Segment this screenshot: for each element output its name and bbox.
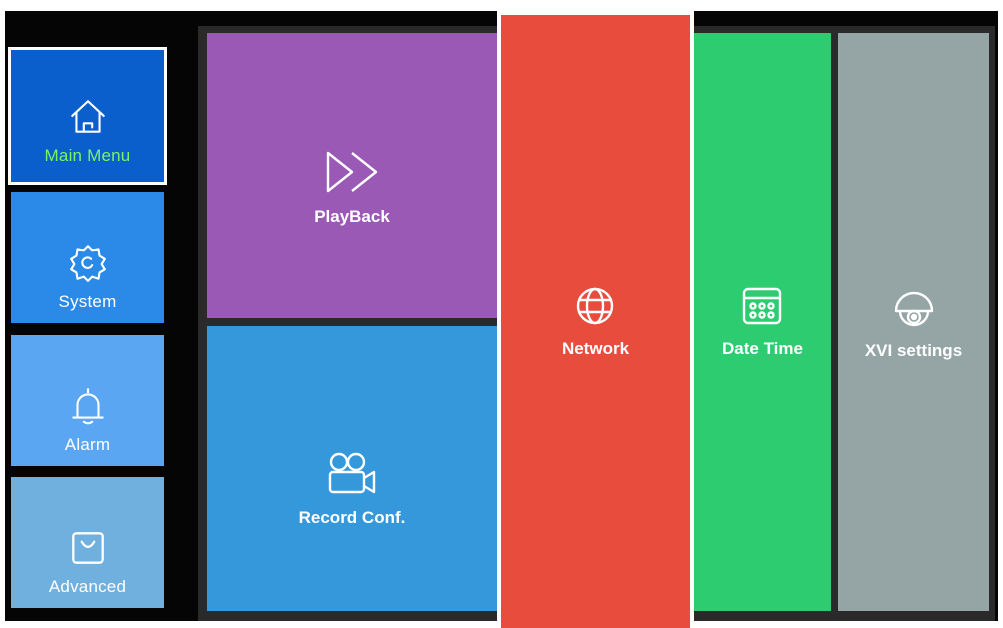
date-time-label: Date Time (722, 339, 803, 358)
sidebar-item-label: System (58, 292, 117, 311)
sidebar-item-label: Main Menu (44, 146, 131, 165)
date-time-tile[interactable]: Date Time (694, 33, 831, 611)
sidebar-item-advanced[interactable]: Advanced (11, 477, 164, 608)
calendar-icon (743, 287, 782, 325)
bag-icon (71, 532, 104, 564)
video-camera-icon (328, 452, 376, 493)
xvi-settings-label: XVI settings (864, 341, 963, 360)
network-label: Network (561, 338, 630, 358)
playback-label: PlayBack (314, 207, 390, 226)
sidebar-item-system[interactable]: System (11, 192, 164, 323)
fast-forward-icon (326, 151, 378, 193)
sidebar-item-alarm[interactable]: Alarm (11, 335, 164, 466)
sidebar-item-main-menu[interactable]: Main Menu (8, 47, 167, 185)
dome-camera-icon (894, 291, 933, 327)
playback-tile[interactable]: PlayBack (207, 33, 497, 318)
home-icon (70, 100, 105, 133)
globe-icon (577, 287, 614, 324)
sidebar-item-label: Advanced (48, 577, 127, 596)
xvi-settings-tile[interactable]: XVI settings (838, 33, 989, 611)
record-conf-label: Record Conf. (298, 507, 406, 527)
bell-icon (71, 388, 104, 425)
network-tile[interactable]: Network (501, 15, 690, 628)
record-conf-tile[interactable]: Record Conf. (207, 326, 497, 611)
gear-icon (69, 245, 106, 282)
sidebar-item-label: Alarm (64, 435, 111, 454)
